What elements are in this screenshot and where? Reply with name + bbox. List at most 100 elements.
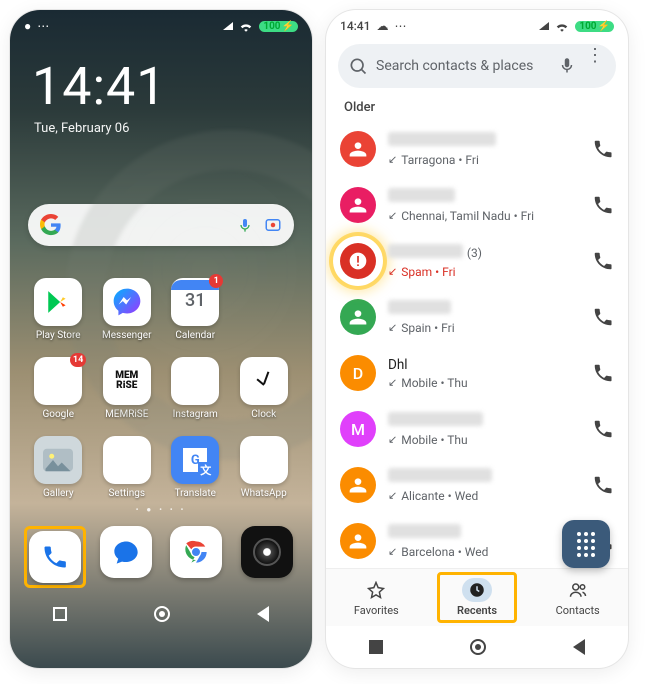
search-bar[interactable]: Search contacts & places ⋮: [338, 44, 616, 88]
call-row[interactable]: ↙Spain • Fri: [326, 289, 628, 345]
call-row[interactable]: ↙Chennai, Tamil Nadu • Fri: [326, 177, 628, 233]
spam-icon: [340, 243, 376, 279]
star-icon: [361, 578, 391, 602]
tab-contacts[interactable]: Contacts: [527, 569, 628, 626]
status-bar: 14:41 ☁ ⋯ 100⚡: [326, 10, 628, 36]
app-google-folder[interactable]: 14 Google: [26, 357, 90, 420]
app-play-store[interactable]: Play Store: [26, 278, 90, 341]
avatar: [340, 523, 376, 559]
date-widget[interactable]: Tue, February 06: [34, 121, 312, 136]
signal-icon: [539, 19, 549, 33]
call-list: ↙Tarragona • Fri↙Chennai, Tamil Nadu • F…: [326, 121, 628, 568]
nav-home-icon[interactable]: [154, 606, 170, 622]
nav-back-icon[interactable]: [573, 639, 585, 655]
phone-app: 14:41 ☁ ⋯ 100⚡ Search contacts & places …: [326, 10, 628, 668]
call-button[interactable]: [592, 362, 614, 384]
battery-indicator: 100⚡: [575, 21, 614, 32]
wifi-icon: [239, 21, 253, 32]
call-button[interactable]: [592, 474, 614, 496]
folder-badge: 14: [70, 353, 86, 367]
tab-recents[interactable]: Recents: [427, 569, 528, 626]
call-button[interactable]: [592, 138, 614, 160]
call-button[interactable]: [592, 418, 614, 440]
nav-home-icon[interactable]: [470, 639, 486, 655]
weather-icon: ☁: [376, 19, 388, 33]
phone-app-highlight: [24, 526, 86, 588]
app-messenger[interactable]: Messenger: [95, 278, 159, 341]
search-placeholder: Search contacts & places: [376, 58, 550, 74]
notification-dot-icon: ●: [24, 19, 31, 33]
call-row[interactable]: D Dhl ↙ Mobile • Thu: [326, 345, 628, 401]
app-whatsapp[interactable]: WhatsApp: [232, 436, 296, 499]
incoming-call-icon: ↙: [388, 376, 397, 389]
status-overflow-icon: ⋯: [394, 19, 408, 33]
lens-icon[interactable]: [264, 216, 282, 234]
contact-name-redacted: [388, 524, 461, 538]
contact-name-redacted: [388, 468, 492, 482]
contact-name-redacted: [388, 412, 483, 426]
contacts-icon: [563, 578, 593, 602]
system-nav: [326, 626, 628, 668]
incoming-call-icon: ↙: [388, 489, 397, 502]
avatar: [340, 299, 376, 335]
nav-recents-icon[interactable]: [53, 607, 67, 621]
status-bar: ● ⋯ 100⚡: [10, 10, 312, 36]
app-gallery[interactable]: Gallery: [26, 436, 90, 499]
google-search-bar[interactable]: [28, 204, 294, 246]
tab-favorites[interactable]: Favorites: [326, 569, 427, 626]
incoming-call-icon: ↙: [388, 153, 397, 166]
avatar: D: [340, 355, 376, 391]
contact-name: Dhl: [388, 357, 408, 373]
call-meta: Chennai, Tamil Nadu • Fri: [401, 209, 534, 223]
contact-name-redacted: [388, 244, 463, 258]
call-meta: Mobile • Thu: [401, 433, 467, 447]
calendar-badge: 1: [209, 274, 223, 288]
call-button[interactable]: [592, 194, 614, 216]
bottom-nav: Favorites Recents Contacts: [326, 568, 628, 626]
call-meta: Spain • Fri: [401, 321, 454, 335]
incoming-call-icon: ↙: [388, 545, 397, 558]
dock: [20, 520, 302, 594]
signal-icon: [223, 19, 233, 33]
avatar: M: [340, 411, 376, 447]
search-icon: [348, 56, 368, 76]
mic-icon[interactable]: [236, 216, 254, 234]
call-button[interactable]: [592, 306, 614, 328]
mic-icon[interactable]: [558, 56, 578, 76]
app-translate[interactable]: G文 Translate: [163, 436, 227, 499]
dialpad-button[interactable]: [562, 520, 610, 568]
contact-name-redacted: [388, 300, 451, 314]
home-screen: ● ⋯ 100⚡ 14:41 Tue, February 06 Play Sto…: [10, 10, 312, 668]
call-row[interactable]: ↙Alicante • Wed: [326, 457, 628, 513]
app-calendar[interactable]: 31 1 Calendar: [163, 278, 227, 341]
nav-recents-icon[interactable]: [369, 640, 383, 654]
app-grid: Play Store Messenger 31 1 Calendar 14 Go…: [24, 278, 298, 499]
dock-messages[interactable]: [100, 526, 152, 578]
google-logo-icon: [40, 214, 62, 236]
avatar: [340, 131, 376, 167]
call-row[interactable]: ↙Tarragona • Fri: [326, 121, 628, 177]
app-clock[interactable]: Clock: [232, 357, 296, 420]
battery-indicator: 100⚡: [259, 21, 298, 32]
status-overflow-icon: ⋯: [37, 19, 51, 33]
dock-phone[interactable]: [29, 531, 81, 583]
call-meta: Mobile • Thu: [401, 376, 467, 390]
dialpad-icon: [577, 532, 595, 557]
call-button[interactable]: [592, 250, 614, 272]
clock-widget[interactable]: 14:41: [32, 56, 312, 117]
dock-camera[interactable]: [241, 526, 293, 578]
call-row[interactable]: M↙Mobile • Thu: [326, 401, 628, 457]
avatar: [340, 467, 376, 503]
app-instagram[interactable]: Instagram: [163, 357, 227, 420]
nav-back-icon[interactable]: [257, 606, 269, 622]
call-row[interactable]: (3)↙Spam • Fri: [326, 233, 628, 289]
dock-chrome[interactable]: [170, 526, 222, 578]
app-settings[interactable]: Settings: [95, 436, 159, 499]
section-header: Older: [326, 94, 628, 121]
more-icon[interactable]: ⋮: [586, 56, 606, 76]
contact-name-redacted: [388, 188, 455, 202]
page-indicator: • ● • • •: [10, 505, 312, 514]
app-memrise[interactable]: MEMRiSE MEMRiSE: [95, 357, 159, 420]
clock-icon: [462, 578, 492, 602]
call-meta: Barcelona • Wed: [401, 545, 488, 559]
